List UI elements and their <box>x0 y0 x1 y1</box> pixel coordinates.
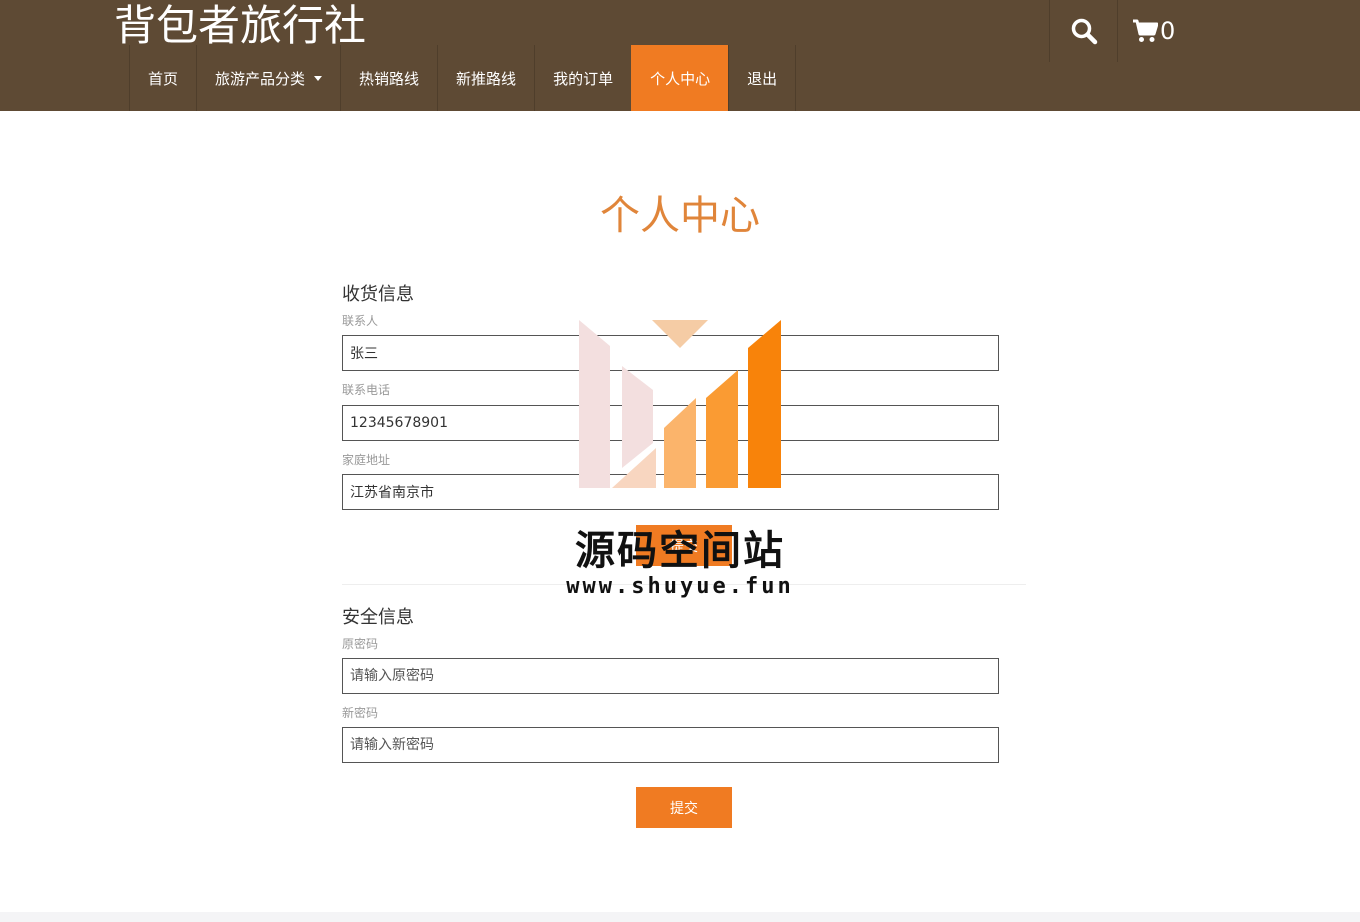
cart-icon <box>1133 19 1158 42</box>
cart-count: 0 <box>1160 17 1176 45</box>
watermark-url: www.shuyue.fun <box>566 574 794 599</box>
site-header: 背包者旅行社 首页 旅游产品分类 热销路线 新推路线 我的订单 个人中心 退出 <box>0 0 1360 111</box>
main-nav: 首页 旅游产品分类 热销路线 新推路线 我的订单 个人中心 退出 <box>129 45 797 111</box>
shipping-section-title: 收货信息 <box>342 284 414 305</box>
security-section-title: 安全信息 <box>342 607 414 628</box>
old-password-label: 原密码 <box>342 637 379 651</box>
nav-item-home[interactable]: 首页 <box>129 45 196 111</box>
nav-item-my-orders[interactable]: 我的订单 <box>534 45 631 111</box>
watermark-name: 源码空间站 <box>575 528 785 574</box>
nav-item-logout[interactable]: 退出 <box>728 45 797 111</box>
caret-down-icon <box>314 75 323 81</box>
watermark-logo <box>579 320 781 488</box>
page-title: 个人中心 <box>600 193 760 239</box>
address-label: 家庭地址 <box>342 453 391 467</box>
nav-item-hot-routes[interactable]: 热销路线 <box>340 45 437 111</box>
nav-item-categories-label: 旅游产品分类 <box>215 69 306 88</box>
header-tools: 0 <box>1049 0 1183 62</box>
search-button[interactable] <box>1049 0 1117 62</box>
search-icon <box>1071 18 1097 45</box>
new-password-field[interactable] <box>342 727 999 763</box>
nav-item-personal-center[interactable]: 个人中心 <box>631 45 729 111</box>
old-password-field[interactable] <box>342 658 999 694</box>
phone-label: 联系电话 <box>342 383 391 397</box>
footer-strip <box>0 912 1360 922</box>
contact-label: 联系人 <box>342 314 379 328</box>
cart-button[interactable]: 0 <box>1117 0 1183 62</box>
nav-item-new-routes[interactable]: 新推路线 <box>437 45 534 111</box>
security-submit-button[interactable]: 提交 <box>636 787 732 828</box>
new-password-label: 新密码 <box>342 706 379 720</box>
nav-item-categories[interactable]: 旅游产品分类 <box>196 45 340 111</box>
